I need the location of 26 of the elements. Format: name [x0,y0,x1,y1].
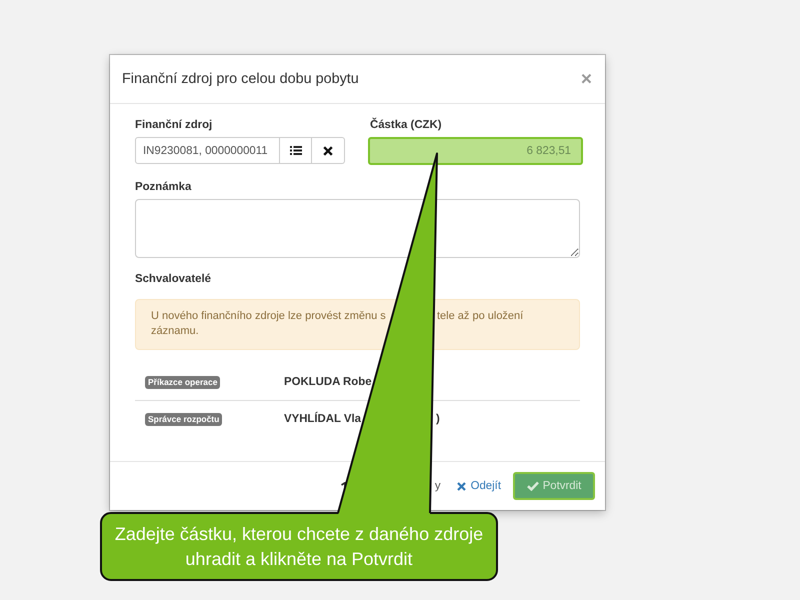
exit-link[interactable]: Odejít [456,480,501,492]
close-button[interactable]: × [580,70,592,88]
approver-name: POKLUDA Robe [284,376,372,388]
field-label: Částka (CZK) [370,118,442,132]
field-label: Finanční zdroj [135,118,212,132]
source-field[interactable]: IN9230081, 0000000011 [135,137,280,164]
role-badge: Příkazce operace [145,376,220,388]
clear-icon [323,146,333,156]
warning-text: záznamu. [151,324,199,339]
approver-name: VYHLÍDAL Vla [284,413,362,425]
warning-text: tele až po uložení [437,309,524,324]
approver-name: ) [436,413,440,425]
section-heading: Schvalovatelé [135,272,211,286]
note-field[interactable] [135,199,580,258]
callout-text: Zadejte částku, kterou chcete z daného zdroje uhradit a klikněte na Potvrdit [114,522,484,570]
warning-text: U nového finančního zdroje lze provést změnu s [151,309,386,324]
role-badge: Správce rozpočtu [145,412,222,426]
list-icon [290,146,302,155]
clear-button[interactable] [312,137,345,164]
dialog-title: Finanční zdroj pro celou dobu pobytu [122,71,359,87]
check-icon [526,481,539,491]
field-label: Poznámka [135,180,192,194]
confirm-button[interactable]: Potvrdit [513,472,595,500]
amount-field[interactable]: 6 823,51 [368,137,583,165]
list-button[interactable] [280,137,312,164]
close-icon [456,482,466,490]
